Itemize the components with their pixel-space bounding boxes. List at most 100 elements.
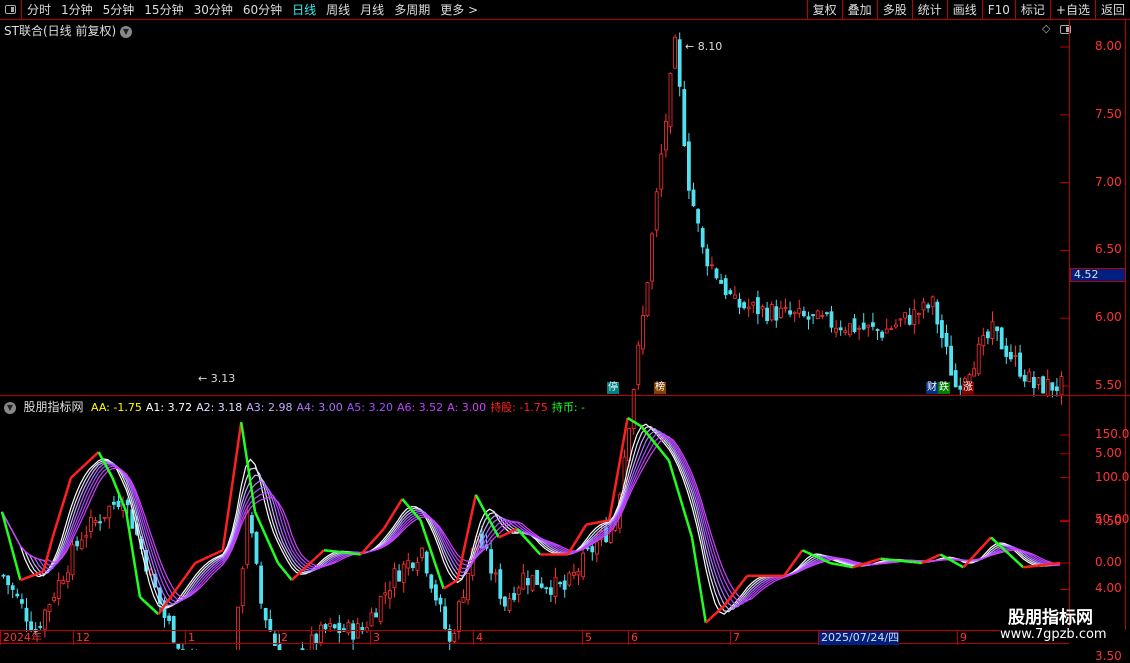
candle-body [908, 315, 911, 324]
indicator-aa-line [30, 575, 35, 577]
indicator-aa-line [1037, 565, 1042, 566]
indicator-aa-line [467, 516, 472, 537]
candle-body [715, 269, 718, 278]
indicator-aa-line [191, 563, 196, 569]
candle-body [973, 369, 976, 376]
candle-body [779, 308, 782, 317]
indicator-aa-line [710, 614, 715, 618]
indicator-aa-line [959, 565, 964, 568]
candle-body [264, 608, 267, 620]
chart-canvas[interactable]: ← 8.10← 3.13 [0, 0, 1130, 650]
indicator-aa-line [177, 582, 182, 588]
chevron-down-icon[interactable]: ▼ [4, 402, 16, 414]
candle-body [1028, 372, 1031, 381]
candle-body [39, 626, 42, 627]
candle-body [977, 344, 980, 373]
indicator-aa-line [858, 564, 863, 565]
indicator-aa-line [168, 595, 173, 601]
event-marker[interactable]: 榜 [654, 382, 666, 394]
event-marker[interactable]: 跌 [938, 382, 950, 394]
indicator-aa-line [241, 422, 246, 452]
candle-body [20, 600, 23, 604]
candle-body [724, 279, 727, 295]
candle-body [467, 573, 470, 599]
indicator-aa-line [333, 551, 338, 552]
candle-body [62, 581, 65, 584]
event-marker[interactable]: 停 [607, 382, 619, 394]
candle-body [853, 319, 856, 332]
candle-body [706, 249, 709, 266]
candle-body [743, 303, 746, 308]
candle-body [57, 581, 60, 599]
date-label: 1 [185, 631, 195, 645]
indicator-aa-line [678, 491, 683, 506]
candle-body [375, 613, 378, 617]
indicator-axis-label: 100.0 [1095, 470, 1129, 484]
indicator-aa-line [223, 518, 228, 550]
price-axis-label: 6.00 [1095, 310, 1122, 324]
candle-body [48, 605, 51, 612]
candle-body [89, 517, 92, 531]
candle-body [678, 40, 681, 87]
candle-body [720, 280, 723, 283]
candle-body [402, 564, 405, 582]
indicator-aa-line [181, 576, 186, 582]
legend-item: AA: -1.75 [91, 401, 142, 414]
date-label: 12 [73, 631, 90, 645]
candle-body [1023, 375, 1026, 381]
candle-body [324, 624, 327, 628]
indicator-aa-line [1051, 564, 1056, 565]
indicator-aa-line [76, 469, 81, 473]
candle-body [894, 325, 897, 327]
date-label: 6 [628, 631, 638, 645]
candle-body [885, 329, 888, 333]
indicator-aa-line [16, 563, 21, 580]
candle-body [931, 297, 934, 307]
candle-body [802, 311, 805, 315]
indicator-aa-line [347, 553, 352, 554]
indicator-aa-line [623, 418, 628, 444]
indicator-aa-line [425, 534, 430, 548]
indicator-aa-line [586, 524, 591, 525]
event-marker[interactable]: 涨 [962, 382, 974, 394]
candle-body [517, 588, 520, 595]
candle-body [430, 575, 433, 588]
indicator-aa-line [43, 554, 48, 571]
indicator-aa-line [273, 553, 278, 563]
indicator-aa-line [48, 537, 53, 554]
candle-body [53, 597, 56, 600]
indicator-aa-line [365, 544, 370, 549]
candle-body [917, 313, 920, 314]
candle-body [94, 520, 97, 522]
indicator-aa-line [398, 499, 403, 506]
indicator-aa-line [227, 486, 232, 518]
indicator-aa-line [835, 564, 840, 565]
indicator-aa-line [499, 535, 504, 537]
candle-body [738, 299, 741, 307]
panel-divider[interactable] [0, 395, 1130, 396]
event-marker[interactable]: 财 [926, 382, 938, 394]
candle-body [1019, 353, 1022, 376]
candle-body [16, 594, 19, 596]
indicator-aa-line [80, 465, 85, 469]
indicator-aa-line [476, 495, 481, 504]
indicator-aa-line [591, 523, 596, 524]
indicator-name[interactable]: 股朋指标网 [24, 400, 84, 414]
candle-body [1051, 383, 1054, 390]
indicator-aa-line [319, 550, 324, 554]
indicator-aa-line [572, 540, 577, 547]
candle-body [830, 312, 833, 328]
indicator-aa-line [338, 552, 343, 553]
candle-body [637, 345, 640, 384]
candle-body [876, 330, 879, 331]
indicator-aa-line [370, 539, 375, 544]
indicator-aa-line [940, 554, 945, 557]
candle-body [890, 329, 893, 330]
candle-body [927, 305, 930, 308]
candle-body [968, 374, 971, 381]
indicator-aa-line [145, 601, 150, 605]
indicator-aa-line [439, 575, 444, 589]
price-axis-label: 5.00 [1095, 446, 1122, 460]
date-label: 2 [278, 631, 288, 645]
candle-body [85, 535, 88, 537]
